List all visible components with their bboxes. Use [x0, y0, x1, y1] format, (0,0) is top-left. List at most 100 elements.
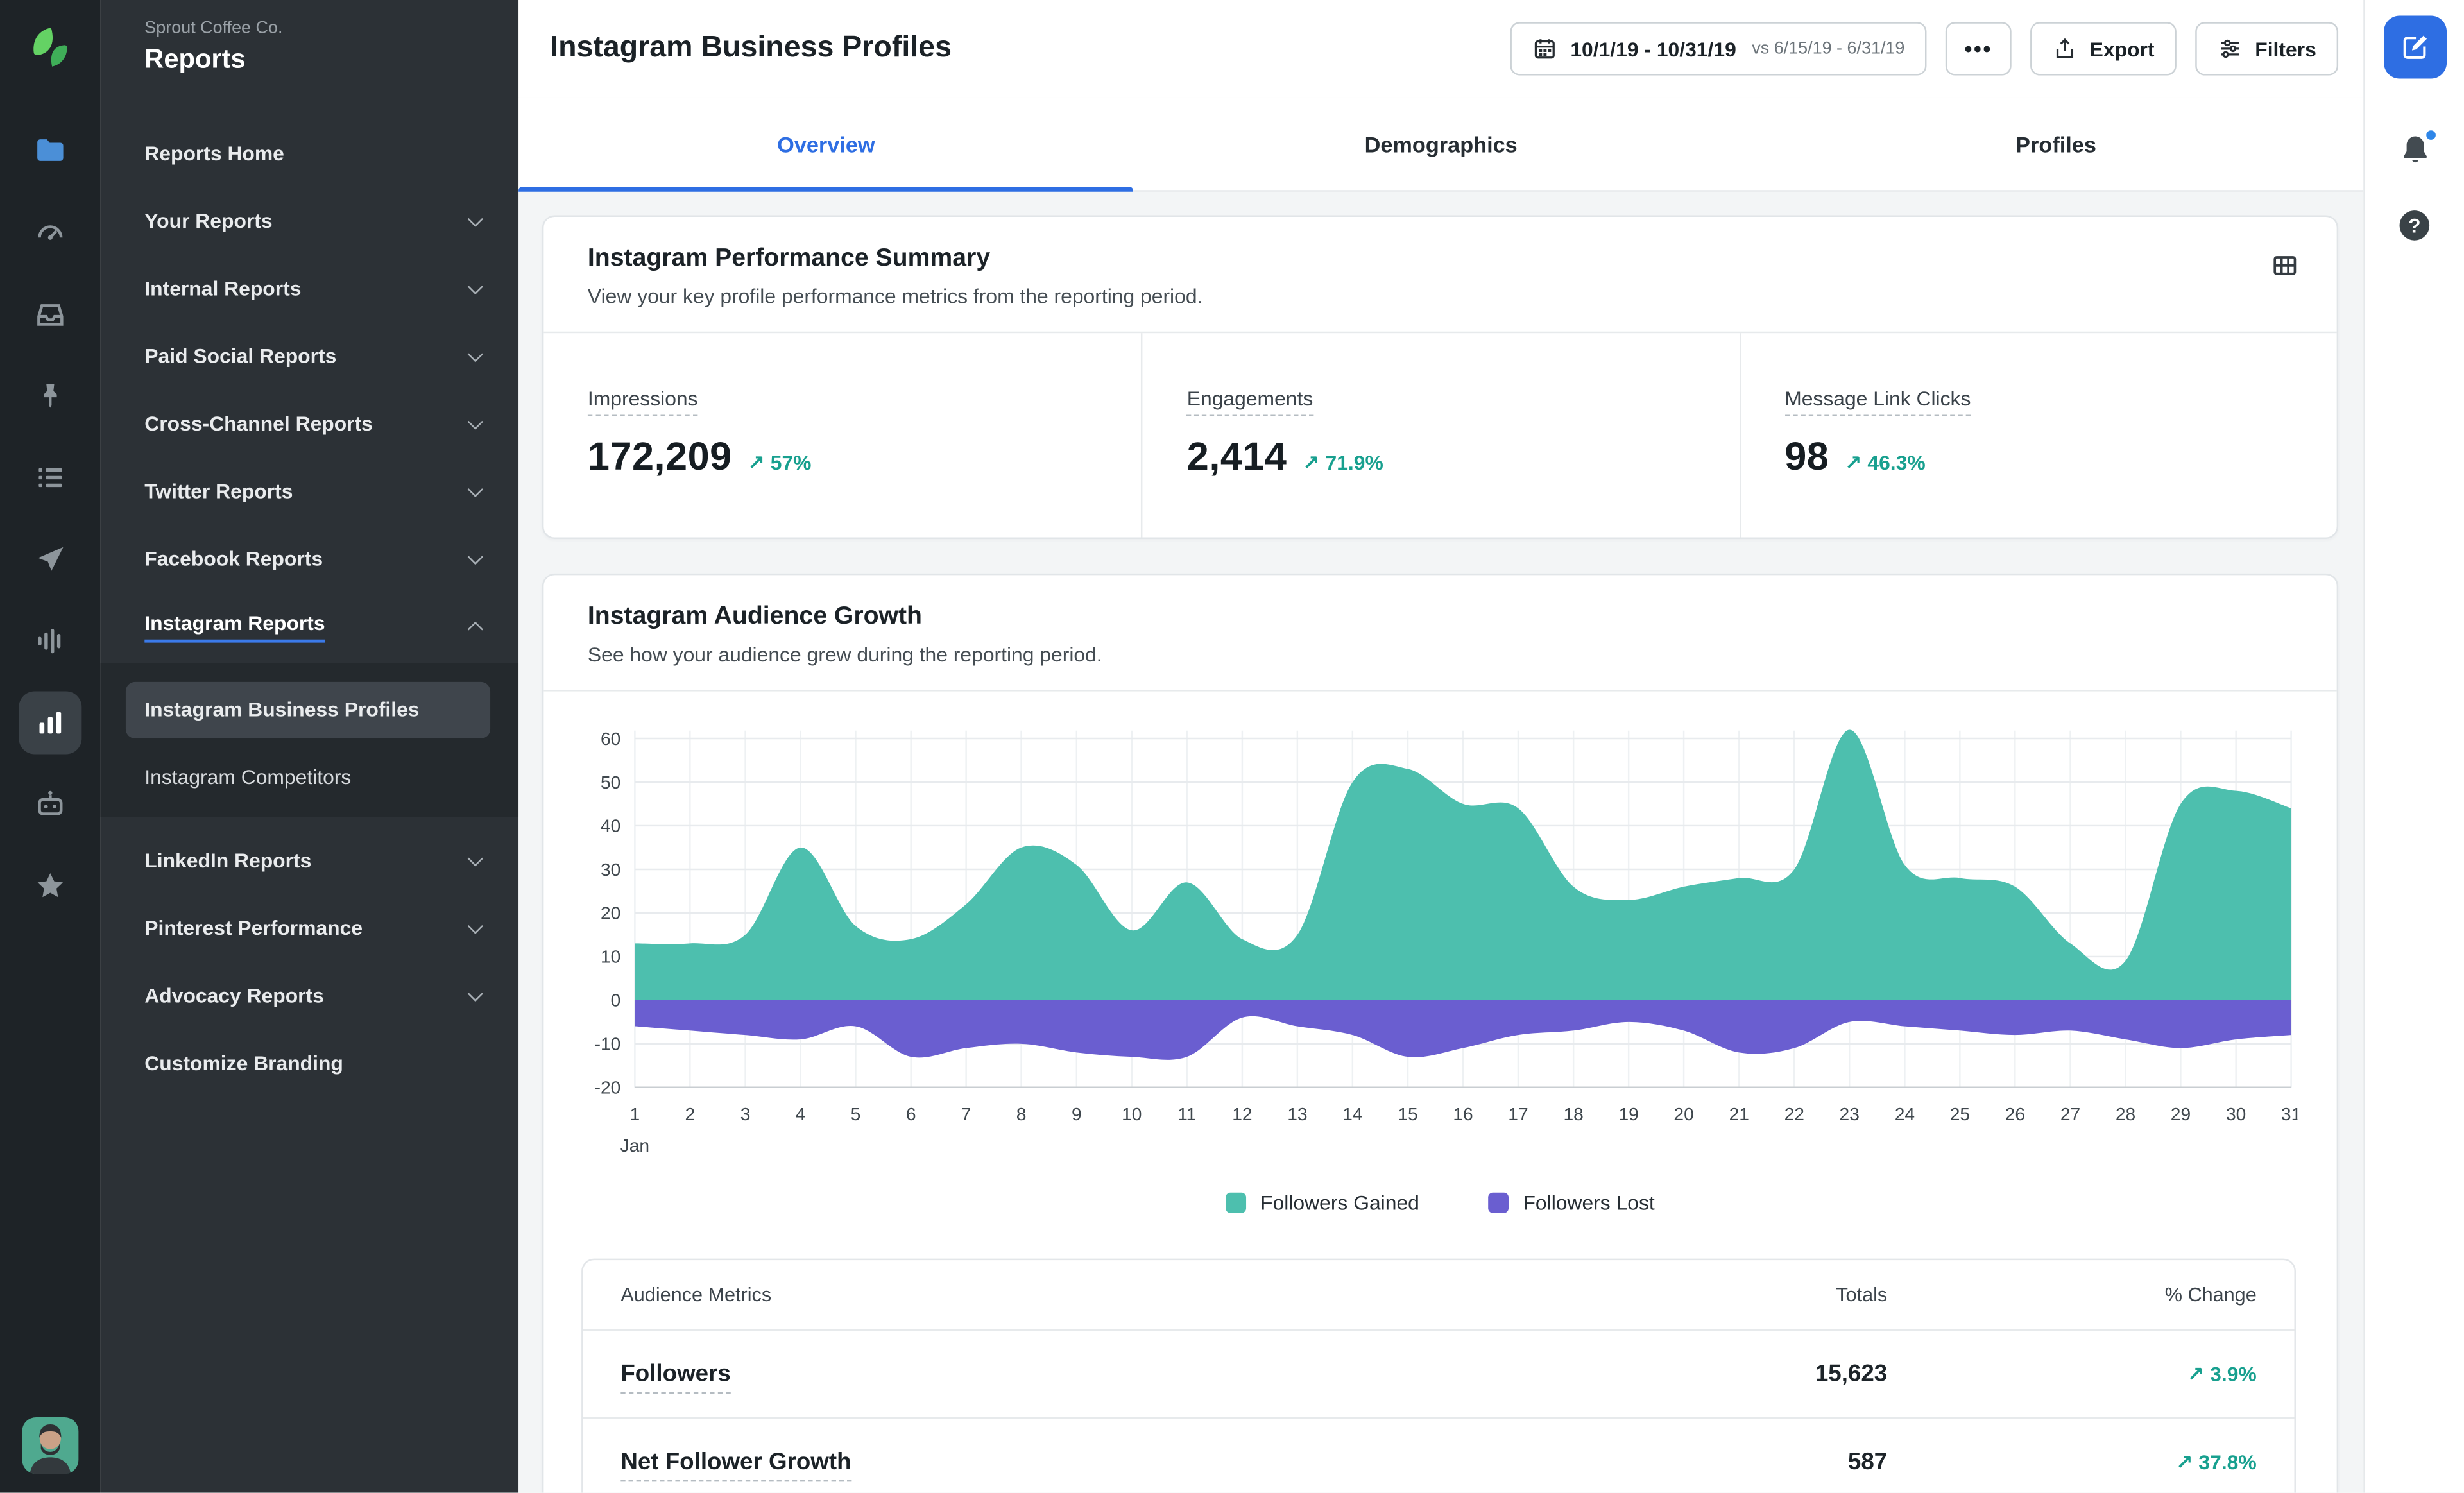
sidebar-item-advocacy-reports[interactable]: Advocacy Reports [101, 962, 518, 1029]
sidebar-item-twitter-reports[interactable]: Twitter Reports [101, 457, 518, 525]
ellipsis-icon: ••• [1964, 36, 1992, 62]
chevron-down-icon [467, 278, 483, 294]
sidebar-item-your-reports[interactable]: Your Reports [101, 187, 518, 254]
notifications-button[interactable] [2397, 128, 2437, 167]
pin-icon[interactable] [19, 364, 81, 427]
help-icon[interactable]: ? [2399, 210, 2430, 241]
list-icon[interactable] [19, 447, 81, 509]
listening-icon[interactable] [19, 610, 81, 672]
metric-label[interactable]: Impressions [587, 386, 698, 416]
metric-change: ↗ 71.9% [1302, 450, 1383, 475]
report-tabs: Overview Demographics Profiles [518, 97, 2364, 192]
svg-text:12: 12 [1232, 1104, 1252, 1124]
metric-label[interactable]: Message Link Clicks [1784, 386, 1971, 416]
filters-button[interactable]: Filters [2195, 22, 2339, 76]
svg-text:28: 28 [2116, 1104, 2135, 1124]
date-range-button[interactable]: 10/1/19 - 10/31/19 vs 6/15/19 - 6/31/19 [1510, 22, 1927, 76]
compose-button[interactable] [2383, 15, 2446, 79]
star-icon[interactable] [19, 855, 81, 917]
bot-icon[interactable] [19, 773, 81, 836]
user-avatar[interactable] [22, 1417, 79, 1474]
compare-range-label: vs 6/15/19 - 6/31/19 [1752, 39, 1905, 58]
sidebar-title: Reports [144, 44, 246, 74]
legend-followers-gained[interactable]: Followers Gained [1226, 1191, 1419, 1215]
gauge-icon[interactable] [19, 201, 81, 264]
audience-growth-chart: 60 50 40 30 20 10 0 -10 -20 1 2 3 4 5 6 7 8 9 10 11 12 13 14 15… [543, 692, 2336, 1169]
sidebar-item-customize-branding[interactable]: Customize Branding [101, 1029, 518, 1096]
more-options-button[interactable]: ••• [1946, 22, 2012, 76]
performance-summary-title: Instagram Performance Summary [587, 245, 991, 272]
trend-up-icon: ↗ [2175, 1449, 2193, 1473]
sidebar-item-paid-social-reports[interactable]: Paid Social Reports [101, 322, 518, 389]
table-view-icon[interactable] [2271, 252, 2299, 287]
calendar-icon [1533, 36, 1558, 61]
audience-growth-header: Instagram Audience Growth See how your a… [543, 575, 2337, 692]
svg-text:30: 30 [601, 860, 620, 880]
net-follower-growth-change: ↗ 37.8% [2175, 1449, 2257, 1473]
sidebar-subitem-instagram-competitors[interactable]: Instagram Competitors [101, 738, 518, 801]
sprout-logo-icon[interactable] [19, 15, 81, 78]
sidebar-menu-upper: Reports Home Your Reports Internal Repor… [101, 119, 518, 660]
chevron-down-icon [467, 413, 483, 429]
page-header: Instagram Business Profiles 10/1/19 - 10… [518, 0, 2364, 98]
sidebar-item-reports-home[interactable]: Reports Home [101, 119, 518, 187]
svg-text:8: 8 [1016, 1104, 1027, 1124]
folder-icon[interactable] [19, 119, 81, 182]
reports-icon[interactable] [19, 691, 82, 755]
svg-text:29: 29 [2171, 1104, 2191, 1124]
metric-label[interactable]: Engagements [1186, 386, 1313, 416]
net-follower-growth-total: 587 [1847, 1448, 1888, 1476]
chevron-down-icon [467, 548, 483, 565]
export-label: Export [2089, 37, 2155, 61]
header-actions: 10/1/19 - 10/31/19 vs 6/15/19 - 6/31/19 … [1510, 22, 2339, 76]
trend-up-icon: ↗ [1844, 450, 1862, 475]
followers-total: 15,623 [1815, 1360, 1888, 1388]
sidebar-item-internal-reports[interactable]: Internal Reports [101, 255, 518, 322]
svg-text:13: 13 [1287, 1104, 1307, 1124]
trend-up-icon: ↗ [748, 450, 765, 475]
sidebar-item-pinterest-performance[interactable]: Pinterest Performance [101, 894, 518, 962]
sidebar-item-cross-channel-reports[interactable]: Cross-Channel Reports [101, 389, 518, 457]
icon-rail [0, 0, 101, 1493]
sidebar-item-instagram-reports[interactable]: Instagram Reports [101, 592, 518, 660]
metric-impressions: Impressions 172,209 ↗ 57% [543, 333, 1141, 537]
sidebar-subitem-instagram-business-profiles[interactable]: Instagram Business Profiles [125, 681, 491, 739]
instagram-reports-submenu: Instagram Business Profiles Instagram Co… [100, 663, 519, 817]
col-audience-metrics: Audience Metrics [620, 1283, 772, 1306]
audience-growth-title: Instagram Audience Growth [587, 603, 923, 631]
svg-text:60: 60 [601, 729, 620, 749]
svg-text:7: 7 [961, 1104, 971, 1124]
area-chart[interactable]: 6050403020100-10-201 2 3 4 5 6 7 8 9 10 11 12 13 14 15… [581, 720, 2298, 1169]
send-icon[interactable] [19, 528, 81, 591]
svg-text:16: 16 [1453, 1104, 1473, 1124]
svg-text:27: 27 [2060, 1104, 2080, 1124]
tab-demographics[interactable]: Demographics [1134, 98, 1749, 190]
trend-up-icon: ↗ [1302, 450, 1320, 475]
net-follower-growth-metric-label[interactable]: Net Follower Growth [620, 1448, 851, 1482]
svg-text:Jan: Jan [620, 1136, 649, 1156]
trend-up-icon: ↗ [2187, 1361, 2205, 1385]
export-button[interactable]: Export [2030, 22, 2177, 76]
metric-value: 98 [1784, 435, 1829, 479]
svg-text:3: 3 [740, 1104, 751, 1124]
svg-text:11: 11 [1177, 1104, 1196, 1124]
sidebar-item-linkedin-reports[interactable]: LinkedIn Reports [101, 827, 518, 894]
sidebar-item-facebook-reports[interactable]: Facebook Reports [101, 525, 518, 592]
chevron-down-icon [467, 481, 483, 497]
date-range-label: 10/1/19 - 10/31/19 [1570, 37, 1736, 61]
metrics-row: Impressions 172,209 ↗ 57% Engagements 2,… [543, 333, 2336, 538]
table-header-row: Audience Metrics Totals % Change [583, 1260, 2295, 1329]
table-row-net-follower-growth: Net Follower Growth 587 ↗ 37.8% [583, 1417, 2295, 1493]
audience-growth-subtitle: See how your audience grew during the re… [587, 642, 1102, 667]
svg-text:20: 20 [601, 903, 620, 923]
followers-metric-label[interactable]: Followers [620, 1360, 731, 1394]
tab-overview[interactable]: Overview [518, 98, 1134, 192]
svg-text:-10: -10 [595, 1034, 621, 1054]
svg-text:20: 20 [1673, 1104, 1693, 1124]
metric-change: ↗ 46.3% [1844, 450, 1926, 475]
legend-followers-lost[interactable]: Followers Lost [1488, 1191, 1655, 1215]
chevron-down-icon [467, 345, 483, 362]
svg-text:0: 0 [611, 991, 621, 1011]
tab-profiles[interactable]: Profiles [1749, 98, 2363, 190]
inbox-icon[interactable] [19, 283, 81, 346]
